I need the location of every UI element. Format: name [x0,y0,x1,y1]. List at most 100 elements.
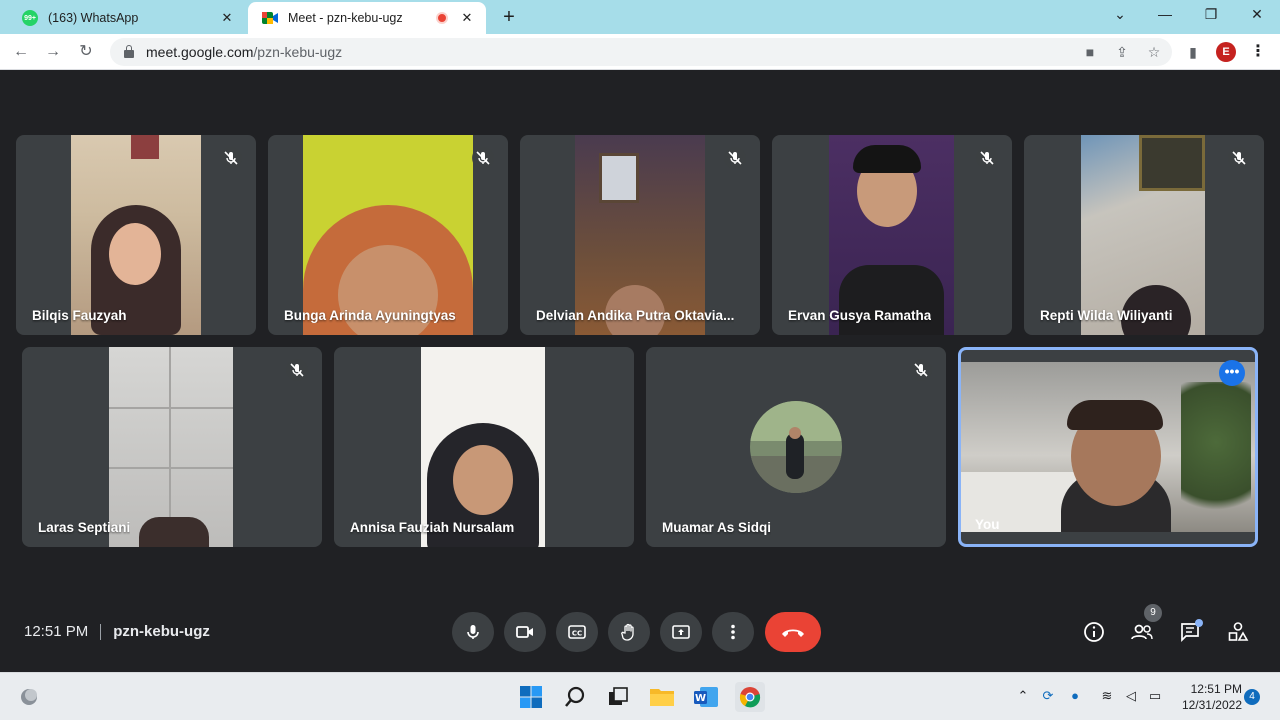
participant-video [109,347,233,547]
participant-tile[interactable]: Ervan Gusya Ramatha [772,135,1012,335]
hang-up-icon [782,629,804,637]
weather-widget-icon[interactable] [14,682,44,712]
close-icon[interactable]: ✕ [218,10,236,26]
bookmark-star-icon[interactable]: ☆ [1145,43,1163,61]
file-explorer-icon[interactable] [647,682,677,712]
volume-icon[interactable]: ◁ [1122,688,1140,704]
microphone-in-use-icon[interactable]: ● [1066,688,1084,703]
minimize-button[interactable]: — [1155,6,1175,22]
raise-hand-icon [621,623,634,641]
tab-search-icon[interactable]: ⌄ [1110,6,1130,23]
muted-mic-icon [220,147,242,169]
meet-stage: Bilqis Fauzyah Bunga Arinda Ayuningtyas … [0,71,1280,672]
participant-name: Bilqis Fauzyah [32,308,127,323]
muted-mic-icon [286,359,308,381]
participant-video [575,135,705,335]
meeting-code: pzn-kebu-ugz [113,623,210,640]
activities-button[interactable] [1225,619,1251,645]
people-button[interactable] [1129,619,1155,645]
participant-tile[interactable]: Bilqis Fauzyah [16,135,256,335]
side-panel-icon[interactable]: ▮ [1184,43,1202,61]
activities-shapes-icon [1228,622,1249,641]
notification-badge[interactable]: 4 [1244,689,1260,705]
muted-mic-icon [1228,147,1250,169]
search-icon[interactable] [560,682,590,712]
participant-tile[interactable]: Annisa Fauziah Nursalam [334,347,634,547]
vertical-dots-icon [731,624,735,640]
divider [100,623,102,640]
taskbar-date: 12/31/2022 [1181,698,1242,712]
taskbar-clock[interactable]: 12:51 PM 12/31/2022 [1176,681,1242,713]
participant-name: Muamar As Sidqi [662,520,772,535]
show-hidden-icons-chevron-icon[interactable]: ⌃ [1014,688,1032,704]
windows-start-icon[interactable] [516,682,546,712]
info-icon [1084,622,1104,642]
share-icon[interactable]: ⇪ [1113,43,1131,61]
taskbar-time: 12:51 PM [1190,682,1242,696]
forward-button[interactable]: → [42,41,64,63]
participant-video [829,135,954,335]
raise-hand-button[interactable] [608,612,650,652]
self-video [961,362,1255,532]
participant-video [1081,135,1205,335]
participant-name: Annisa Fauziah Nursalam [350,520,515,535]
battery-icon[interactable]: ▭ [1146,688,1164,704]
present-screen-icon [672,625,690,639]
whatsapp-icon: 99+ [22,10,38,26]
tab-strip: 99+ (163) WhatsApp ✕ Meet - pzn-kebu-ugz… [0,0,1280,34]
participant-name: Ervan Gusya Ramatha [788,308,932,323]
sync-icon[interactable]: ⟳ [1039,688,1057,704]
address-bar[interactable]: meet.google.com/pzn-kebu-ugz [110,38,1172,66]
participant-video [421,347,545,547]
back-button[interactable]: ← [10,41,32,63]
new-tab-button[interactable]: + [498,6,520,29]
meeting-info-button[interactable] [1081,619,1107,645]
participant-tile[interactable]: Delvian Andika Putra Oktavia... [520,135,760,335]
muted-mic-icon [472,147,494,169]
participant-video [71,135,201,335]
restore-button[interactable]: ❐ [1201,6,1221,23]
people-count-badge: 9 [1144,604,1162,622]
meeting-details: 12:51 PM pzn-kebu-ugz [24,623,210,640]
close-icon[interactable]: ✕ [458,10,476,26]
participant-name: Delvian Andika Putra Oktavia... [536,308,735,323]
reload-button[interactable]: ↻ [75,41,97,63]
microphone-button[interactable] [452,612,494,652]
participant-name: Laras Septiani [38,520,131,535]
chrome-menu-icon[interactable]: ⋮ [1250,42,1266,62]
participant-tile[interactable]: Muamar As Sidqi [646,347,946,547]
self-view-tile[interactable]: ••• You [958,347,1258,547]
tab-meet[interactable]: Meet - pzn-kebu-ugz ✕ [248,2,486,34]
more-options-icon[interactable]: ••• [1219,360,1245,386]
muted-mic-icon [976,147,998,169]
participant-avatar [750,401,842,493]
captions-button[interactable]: CC [556,612,598,652]
wifi-icon[interactable]: ≋ [1098,688,1116,704]
new-message-indicator [1195,619,1203,627]
camera-icon [516,626,533,638]
participant-tile[interactable]: Repti Wilda Wiliyanti [1024,135,1264,335]
profile-avatar[interactable]: E [1216,42,1236,62]
recording-indicator-icon [436,12,448,24]
meeting-time: 12:51 PM [24,623,89,640]
browser-toolbar: ← → ↻ meet.google.com/pzn-kebu-ugz ■ ⇪ ☆… [0,34,1280,70]
microsoft-word-icon[interactable]: W [691,682,721,712]
more-options-button[interactable] [712,612,754,652]
tab-title: Meet - pzn-kebu-ugz [288,11,403,25]
muted-mic-icon [910,359,932,381]
camera-in-use-icon[interactable]: ■ [1081,43,1099,61]
task-view-icon[interactable] [603,682,633,712]
muted-mic-icon [724,147,746,169]
leave-call-button[interactable] [765,612,821,652]
participant-name: Bunga Arinda Ayuningtyas [284,308,456,323]
tab-whatsapp[interactable]: 99+ (163) WhatsApp ✕ [8,2,246,34]
window-close-button[interactable]: ✕ [1247,6,1267,23]
camera-button[interactable] [504,612,546,652]
present-screen-button[interactable] [660,612,702,652]
participant-tile[interactable]: Bunga Arinda Ayuningtyas [268,135,508,335]
google-meet-icon [262,10,278,26]
tab-title: (163) WhatsApp [48,11,139,25]
participant-tile[interactable]: Laras Septiani [22,347,322,547]
svg-text:CC: CC [572,630,582,638]
chrome-icon[interactable] [735,682,765,712]
